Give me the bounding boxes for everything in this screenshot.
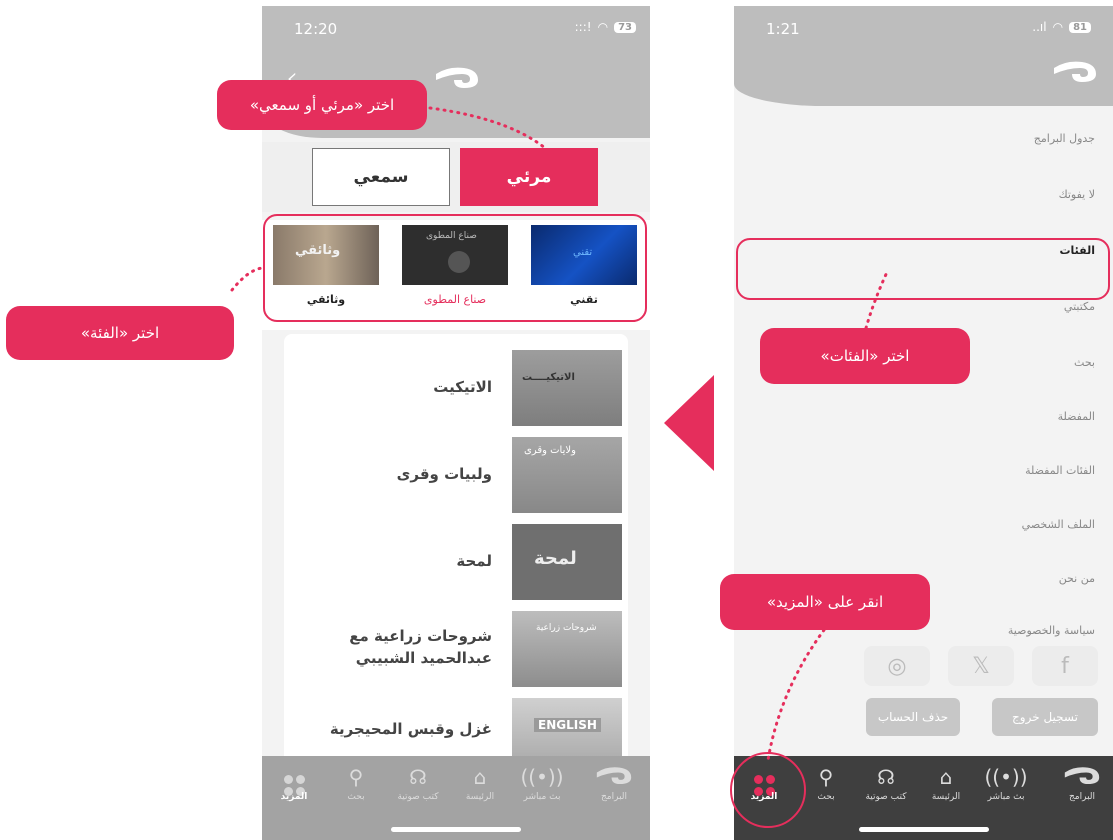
categories-menu-highlight [736,238,1110,300]
signal-icon: :::! [574,20,592,34]
program-thumbnail: شروحات زراعية [512,611,622,687]
tab-label: كتب صوتية [397,792,439,802]
tab-search[interactable]: ⚲ بحث [800,764,852,802]
broadcast-icon: ((•)) [520,765,564,789]
status-time: 12:20 [294,20,338,38]
app-logo [434,66,480,88]
instagram-icon[interactable]: ◎ [864,646,930,686]
status-bar: 1:21 ..ıl ◠ 81 [734,6,1113,54]
menu-item-library[interactable]: مكتبتي [795,300,1095,313]
callout-choose-type: اختر «مرئي أو سمعي» [217,80,427,130]
content-type-toggle: سمعي مرئي [262,142,650,212]
tab-home[interactable]: ⌂ الرئيسة [454,764,506,802]
home-indicator [391,827,521,832]
callout-tap-more: انقر على «المزيد» [720,574,930,630]
thumbnail-text: لمحة [534,548,577,569]
more-tab-highlight [730,752,806,828]
audio-toggle-button[interactable]: سمعي [312,148,450,206]
tab-label: المزيد [280,792,308,802]
tab-home[interactable]: ⌂ الرئيسة [920,764,972,802]
program-thumbnail: ولايات وقرى [512,437,622,513]
tab-label: الرئيسة [931,792,961,802]
program-title: شروحات زراعية مع عبدالحميد الشبيبي [349,627,492,667]
callout-choose-category: اختر «الفئة» [6,306,234,360]
tab-search[interactable]: ⚲ بحث [330,764,382,802]
program-list: الاتيكيــــت الاتيكيت ولايات وقرى ولبيات… [284,334,628,774]
search-icon: ⚲ [818,765,834,789]
tab-label: بث مباشر [523,792,561,802]
program-title: غزل وقبس المحيجرية [329,720,492,738]
tab-live[interactable]: ((•)) بث مباشر [516,764,568,802]
tab-programs[interactable]: البرامج [1056,764,1108,802]
tab-label: بث مباشر [987,792,1025,802]
headphones-icon: ☊ [877,765,895,789]
home-icon: ⌂ [473,765,487,789]
thumbnail-text: ولايات وقرى [524,445,576,456]
menu-item-profile[interactable]: الملف الشخصي [795,518,1095,531]
tab-label: بحث [817,792,835,802]
logo-icon [588,764,640,790]
thumbnail-text: شروحات زراعية [536,623,597,633]
video-toggle-button[interactable]: مرئي [460,148,598,206]
program-thumbnail: لمحة [512,524,622,600]
list-item[interactable]: لمحة لمحة [284,524,628,604]
phone-screen-categories: 12:20 :::! ◠ 73 ‹ سمعي مرئي تقني تقني صن… [262,6,650,840]
program-thumbnail: الاتيكيــــت [512,350,622,426]
tab-label: البرامج [600,792,628,802]
list-item[interactable]: ولايات وقرى ولبيات وقرى [284,437,628,517]
menu-item-dont-miss[interactable]: لا يفوتك [795,188,1095,201]
thumbnail-text: ENGLISH [534,718,601,732]
menu-item-schedule[interactable]: جدول البرامج [795,132,1095,145]
x-twitter-icon[interactable]: 𝕏 [948,646,1014,686]
tab-label: كتب صوتية [865,792,907,802]
status-bar: 12:20 :::! ◠ 73 [262,6,650,54]
menu-item-favorite-categories[interactable]: الفئات المفضلة [795,464,1095,477]
delete-account-button[interactable]: حذف الحساب [866,698,960,736]
flow-arrow-left [664,375,714,471]
menu-item-favorites[interactable]: المفضلة [795,410,1095,423]
battery-icon: 81 [1069,21,1091,33]
tab-live[interactable]: ((•)) بث مباشر [980,764,1032,802]
tab-more[interactable]: المزيد [268,764,320,802]
program-title: لمحة [456,552,492,570]
search-icon: ⚲ [348,765,364,789]
program-title: ولبيات وقرى [396,465,492,483]
status-icons: :::! ◠ 73 [575,20,636,34]
tab-label: بحث [347,792,365,802]
list-item[interactable]: شروحات زراعية شروحات زراعية مع عبدالحميد… [284,611,628,691]
home-indicator [858,827,989,832]
thumbnail-text: الاتيكيــــت [522,372,575,383]
list-item[interactable]: الاتيكيــــت الاتيكيت [284,350,628,430]
app-logo [1052,60,1098,82]
logout-button[interactable]: تسجيل خروج [992,698,1098,736]
tab-audiobooks[interactable]: ☊ كتب صوتية [392,764,444,802]
status-icons: ..ıl ◠ 81 [1032,20,1091,34]
tab-programs[interactable]: البرامج [588,764,640,802]
facebook-icon[interactable]: f [1032,646,1098,686]
signal-icon: ..ıl [1032,20,1047,34]
wifi-icon: ◠ [597,20,609,34]
battery-icon: 73 [614,21,636,33]
broadcast-icon: ((•)) [984,765,1028,789]
category-strip-highlight [263,214,647,322]
program-title: الاتيكيت [433,378,492,396]
callout-choose-categories: اختر «الفئات» [760,328,970,384]
tab-audiobooks[interactable]: ☊ كتب صوتية [860,764,912,802]
logo-icon [1056,764,1108,790]
status-time: 1:21 [766,20,800,38]
headphones-icon: ☊ [409,765,427,789]
tab-label: الرئيسة [465,792,495,802]
wifi-icon: ◠ [1052,20,1064,34]
tab-label: البرامج [1068,792,1096,802]
home-icon: ⌂ [939,765,953,789]
phone-screen-menu: 1:21 ..ıl ◠ 81 جدول البرامج لا يفوتك الف… [734,6,1113,840]
bottom-tab-bar: المزيد ⚲ بحث ☊ كتب صوتية ⌂ الرئيسة ((•))… [262,756,650,840]
